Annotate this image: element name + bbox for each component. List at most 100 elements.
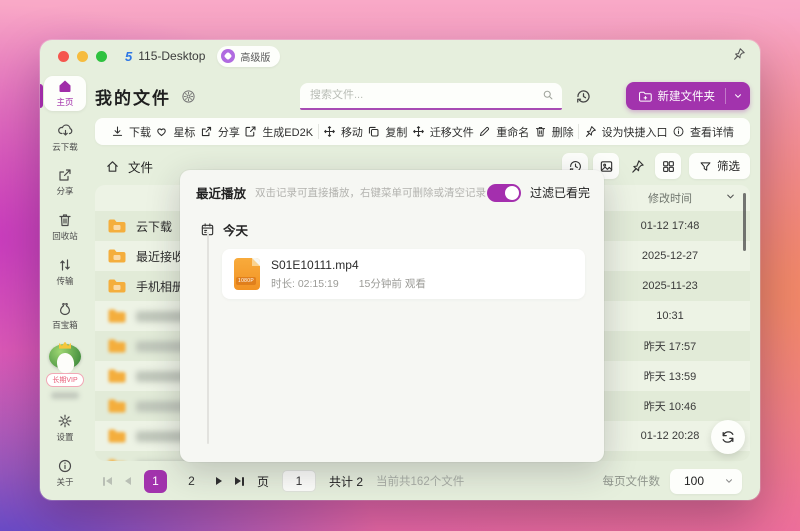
group-today-label: 今天 bbox=[223, 224, 249, 238]
trash-icon bbox=[59, 214, 71, 227]
modified-column-header[interactable]: 修改时间 bbox=[600, 185, 740, 211]
toolbar-delete[interactable]: 删除 bbox=[534, 124, 574, 140]
page-2-button[interactable]: 2 bbox=[180, 470, 203, 493]
folder-icon bbox=[108, 369, 126, 383]
info-icon bbox=[673, 126, 684, 137]
toolbar-migrate[interactable]: 迁移文件 bbox=[412, 124, 474, 140]
new-folder-dropdown-caret[interactable] bbox=[726, 91, 750, 101]
copy-icon bbox=[369, 126, 379, 137]
toolbar-quick-access[interactable]: 设为快捷入口 bbox=[584, 124, 668, 140]
pin-view-button[interactable] bbox=[624, 153, 650, 179]
folder-icon bbox=[108, 339, 126, 353]
toolbar-star[interactable]: 星标 bbox=[155, 124, 195, 140]
filter-watched-toggle[interactable] bbox=[486, 183, 521, 202]
recent-file-item[interactable]: 1080P S01E10111.mp4 时长: 02:15:19 15分钟前 观… bbox=[222, 249, 585, 299]
premium-gem-icon bbox=[221, 49, 236, 63]
move-arrows-icon bbox=[324, 126, 335, 137]
folder-icon bbox=[108, 249, 126, 263]
toolbar-ed2k[interactable]: 生成ED2K bbox=[244, 124, 313, 140]
header-row: 我的文件 新建文件夹 bbox=[95, 78, 750, 114]
crown-icon bbox=[59, 341, 71, 349]
refresh-icon bbox=[722, 431, 734, 443]
breadcrumb-root[interactable]: 文件 bbox=[128, 157, 153, 176]
minimize-button[interactable] bbox=[77, 50, 88, 62]
folder-icon bbox=[108, 279, 126, 293]
sidebar-item-share[interactable]: 分享 bbox=[44, 165, 86, 200]
file-duration: 时长: 02:15:19 bbox=[271, 277, 339, 290]
folder-icon bbox=[108, 459, 116, 461]
pin-window-icon[interactable] bbox=[732, 47, 746, 66]
prev-page-button[interactable] bbox=[125, 477, 131, 485]
filter-button[interactable]: 筛选 bbox=[689, 153, 750, 179]
toolbar-rename[interactable]: 重命名 bbox=[478, 124, 529, 140]
sidebar-item-home[interactable]: 主页 bbox=[44, 76, 86, 111]
sidebar: 主页 云下载 分享 回收站 传输 百宝箱 长期VIP 设置 关于 bbox=[40, 72, 90, 500]
timeline-line bbox=[207, 232, 209, 444]
page-title: 我的文件 bbox=[95, 88, 171, 108]
pin-icon bbox=[585, 126, 596, 137]
sidebar-item-transfer[interactable]: 传输 bbox=[44, 254, 86, 289]
new-folder-icon bbox=[638, 91, 652, 102]
next-page-button[interactable] bbox=[216, 477, 222, 485]
popup-title: 最近播放 bbox=[196, 187, 247, 201]
sidebar-item-toolbox[interactable]: 百宝箱 bbox=[44, 299, 86, 334]
folder-icon bbox=[108, 429, 126, 443]
refresh-button[interactable] bbox=[711, 420, 745, 454]
action-toolbar: 下载 星标 分享 生成ED2K 移动 复制 迁移文件 重命名 删除 设为快捷入口… bbox=[95, 118, 750, 145]
toolbar-details[interactable]: 查看详情 bbox=[672, 124, 734, 140]
folder-icon bbox=[108, 399, 126, 413]
info-icon bbox=[58, 459, 72, 472]
page-number-input[interactable] bbox=[282, 470, 317, 492]
user-avatar[interactable] bbox=[49, 341, 81, 369]
page-label: 页 bbox=[257, 474, 270, 489]
file-watched-time: 15分钟前 观看 bbox=[358, 277, 426, 290]
zoom-button[interactable] bbox=[96, 50, 107, 62]
recent-played-popup: 最近播放 双击记录可直接播放，右键菜单可删除或清空记录 过滤已看完 今天 108… bbox=[180, 170, 604, 462]
search-icon bbox=[543, 90, 553, 100]
grid-view-button[interactable] bbox=[655, 153, 681, 179]
new-folder-button[interactable]: 新建文件夹 bbox=[625, 82, 750, 110]
folder-icon bbox=[108, 309, 126, 323]
sidebar-item-settings[interactable]: 设置 bbox=[44, 411, 86, 446]
video-file-icon: 1080P bbox=[234, 258, 260, 290]
close-button[interactable] bbox=[58, 50, 69, 62]
popup-hint: 双击记录可直接播放，右键菜单可删除或清空记录 bbox=[255, 187, 487, 199]
heart-icon bbox=[157, 128, 167, 137]
file-name: S01E10111.mp4 bbox=[271, 257, 359, 272]
total-pages-label: 共计 2 bbox=[329, 474, 364, 489]
titlebar: 5 115-Desktop 高级版 bbox=[40, 40, 760, 72]
sidebar-item-cloud-download[interactable]: 云下载 bbox=[44, 121, 86, 156]
share-icon bbox=[201, 126, 211, 137]
list-scrollbar[interactable] bbox=[743, 193, 746, 251]
search-input[interactable] bbox=[310, 89, 542, 101]
pin-icon bbox=[631, 159, 644, 173]
view-settings-icon[interactable] bbox=[181, 89, 196, 104]
sidebar-item-trash[interactable]: 回收站 bbox=[44, 210, 86, 245]
last-page-button[interactable] bbox=[235, 476, 244, 486]
first-page-button[interactable] bbox=[103, 476, 112, 486]
app-title: 115-Desktop bbox=[138, 49, 206, 63]
app-logo: 5 bbox=[125, 48, 133, 64]
toolbar-share[interactable]: 分享 bbox=[200, 124, 240, 140]
toolbar-download[interactable]: 下载 bbox=[111, 124, 151, 140]
per-page-select[interactable]: 100 bbox=[670, 468, 742, 494]
pagination-bar: 1 2 页 共计 2 当前共162个文件 每页文件数 100 bbox=[95, 463, 750, 499]
chevron-down-icon bbox=[724, 476, 734, 486]
username-blurred bbox=[51, 391, 79, 399]
folder-icon bbox=[108, 219, 126, 233]
page-1-button[interactable]: 1 bbox=[144, 469, 167, 493]
pencil-icon bbox=[480, 126, 490, 137]
home-breadcrumb-icon[interactable] bbox=[105, 159, 120, 174]
download-icon bbox=[112, 126, 123, 136]
premium-badge[interactable]: 高级版 bbox=[217, 45, 281, 67]
sidebar-item-about[interactable]: 关于 bbox=[44, 455, 86, 490]
column-sort-caret-icon[interactable] bbox=[725, 191, 736, 202]
transfer-arrows-icon bbox=[60, 259, 70, 271]
cloud-download-icon bbox=[57, 124, 72, 136]
toolbar-move[interactable]: 移动 bbox=[323, 124, 363, 140]
app-window: 5 115-Desktop 高级版 主页 云下载 分享 回收站 传输 百宝箱 长… bbox=[40, 40, 760, 500]
funnel-icon bbox=[700, 161, 711, 171]
search-history-icon[interactable] bbox=[575, 88, 592, 105]
toolbar-copy[interactable]: 复制 bbox=[367, 124, 407, 140]
toggle-label: 过滤已看完 bbox=[529, 186, 590, 200]
